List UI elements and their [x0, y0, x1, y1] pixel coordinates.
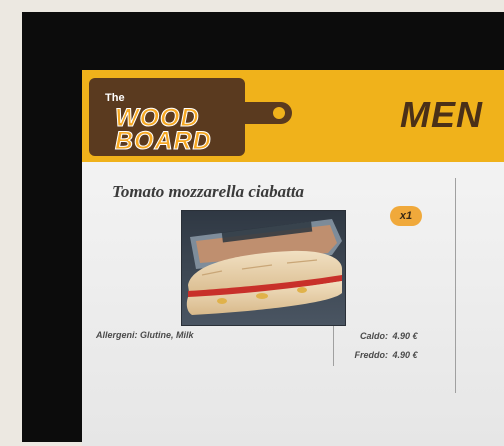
quantity-badge[interactable]: x1 [390, 206, 422, 226]
price-value: 4.90 € [392, 331, 418, 341]
logo-handle-hole [273, 107, 285, 119]
product-title: Tomato mozzarella ciabatta [112, 182, 305, 201]
price-label: Caldo: [360, 331, 388, 341]
menu-title: MEN [400, 94, 483, 135]
logo-the-text: The [105, 92, 125, 104]
product-photo[interactable] [181, 210, 346, 326]
header-bar: The WOOD BOARD MEN [82, 70, 504, 162]
menu-screen: The WOOD BOARD MEN Tomato mozzarella cia… [82, 70, 504, 446]
price-row-caldo: Caldo: 4.90 € [340, 331, 418, 341]
price-label: Freddo: [354, 350, 389, 360]
kiosk-bezel: The WOOD BOARD MEN Tomato mozzarella cia… [22, 12, 504, 446]
price-divider [333, 326, 334, 366]
ciabatta-photo-image [182, 211, 345, 325]
allergens-text: Allergeni: Glutine, Milk [96, 330, 194, 340]
column-divider [455, 178, 456, 393]
logo-board-text: BOARD [115, 127, 212, 156]
wood-board-logo: The WOOD BOARD [89, 78, 245, 156]
price-row-freddo: Freddo: 4.90 € [340, 350, 418, 360]
price-value: 4.90 € [392, 350, 418, 360]
